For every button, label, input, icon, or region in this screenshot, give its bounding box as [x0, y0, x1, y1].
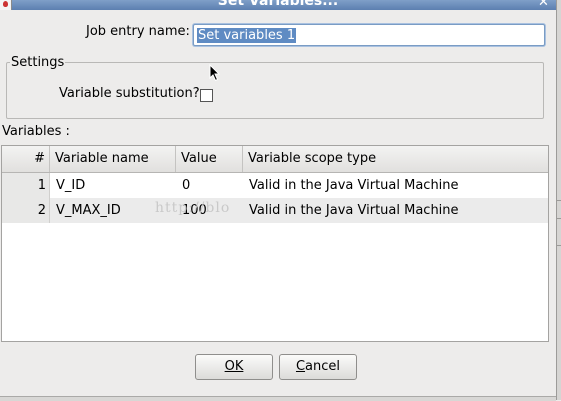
- column-header-scope-type[interactable]: Variable scope type: [243, 146, 548, 172]
- cell-scope-type[interactable]: Valid in the Java Virtual Machine: [243, 173, 548, 198]
- column-header-value[interactable]: Value: [176, 146, 243, 172]
- edge-line: [557, 245, 561, 246]
- variables-table[interactable]: # Variable name Value Variable scope typ…: [1, 145, 549, 342]
- background-window-edge: [556, 0, 561, 400]
- dialog-bottom-edge: [0, 396, 556, 401]
- ok-button[interactable]: OK: [195, 354, 273, 380]
- job-entry-name-value: Set variables 1: [197, 28, 297, 43]
- table-row[interactable]: 1 V_ID 0 Valid in the Java Virtual Machi…: [2, 173, 548, 198]
- watermark: http://blo: [155, 200, 231, 216]
- close-icon[interactable]: ✕: [536, 0, 551, 10]
- variable-substitution-checkbox[interactable]: [200, 89, 213, 102]
- window-title: Set Variables...: [217, 0, 339, 9]
- cell-value[interactable]: 0: [176, 173, 243, 198]
- table-header: # Variable name Value Variable scope typ…: [2, 146, 548, 173]
- cell-scope-type[interactable]: Valid in the Java Virtual Machine: [243, 198, 548, 223]
- row-number: 2: [2, 198, 50, 223]
- job-entry-name-label: Job entry name:: [86, 24, 190, 39]
- table-row[interactable]: 2 V_MAX_ID 100 Valid in the Java Virtual…: [2, 198, 548, 223]
- column-header-variable-name[interactable]: Variable name: [50, 146, 176, 172]
- row-number: 1: [2, 173, 50, 198]
- cancel-button-label: Cancel: [295, 359, 341, 374]
- settings-legend: Settings: [10, 55, 66, 70]
- variable-substitution-label: Variable substitution?: [59, 86, 200, 101]
- column-header-number[interactable]: #: [2, 146, 50, 172]
- cell-variable-name[interactable]: V_ID: [50, 173, 176, 198]
- edge-line: [557, 200, 561, 201]
- cancel-button[interactable]: Cancel: [279, 354, 357, 380]
- title-bar[interactable]: Set Variables... ✕: [0, 0, 556, 10]
- edge-line: [557, 218, 561, 219]
- ok-button-label: OK: [224, 359, 244, 374]
- variables-label: Variables :: [2, 124, 70, 139]
- job-entry-name-input[interactable]: Set variables 1: [193, 24, 545, 46]
